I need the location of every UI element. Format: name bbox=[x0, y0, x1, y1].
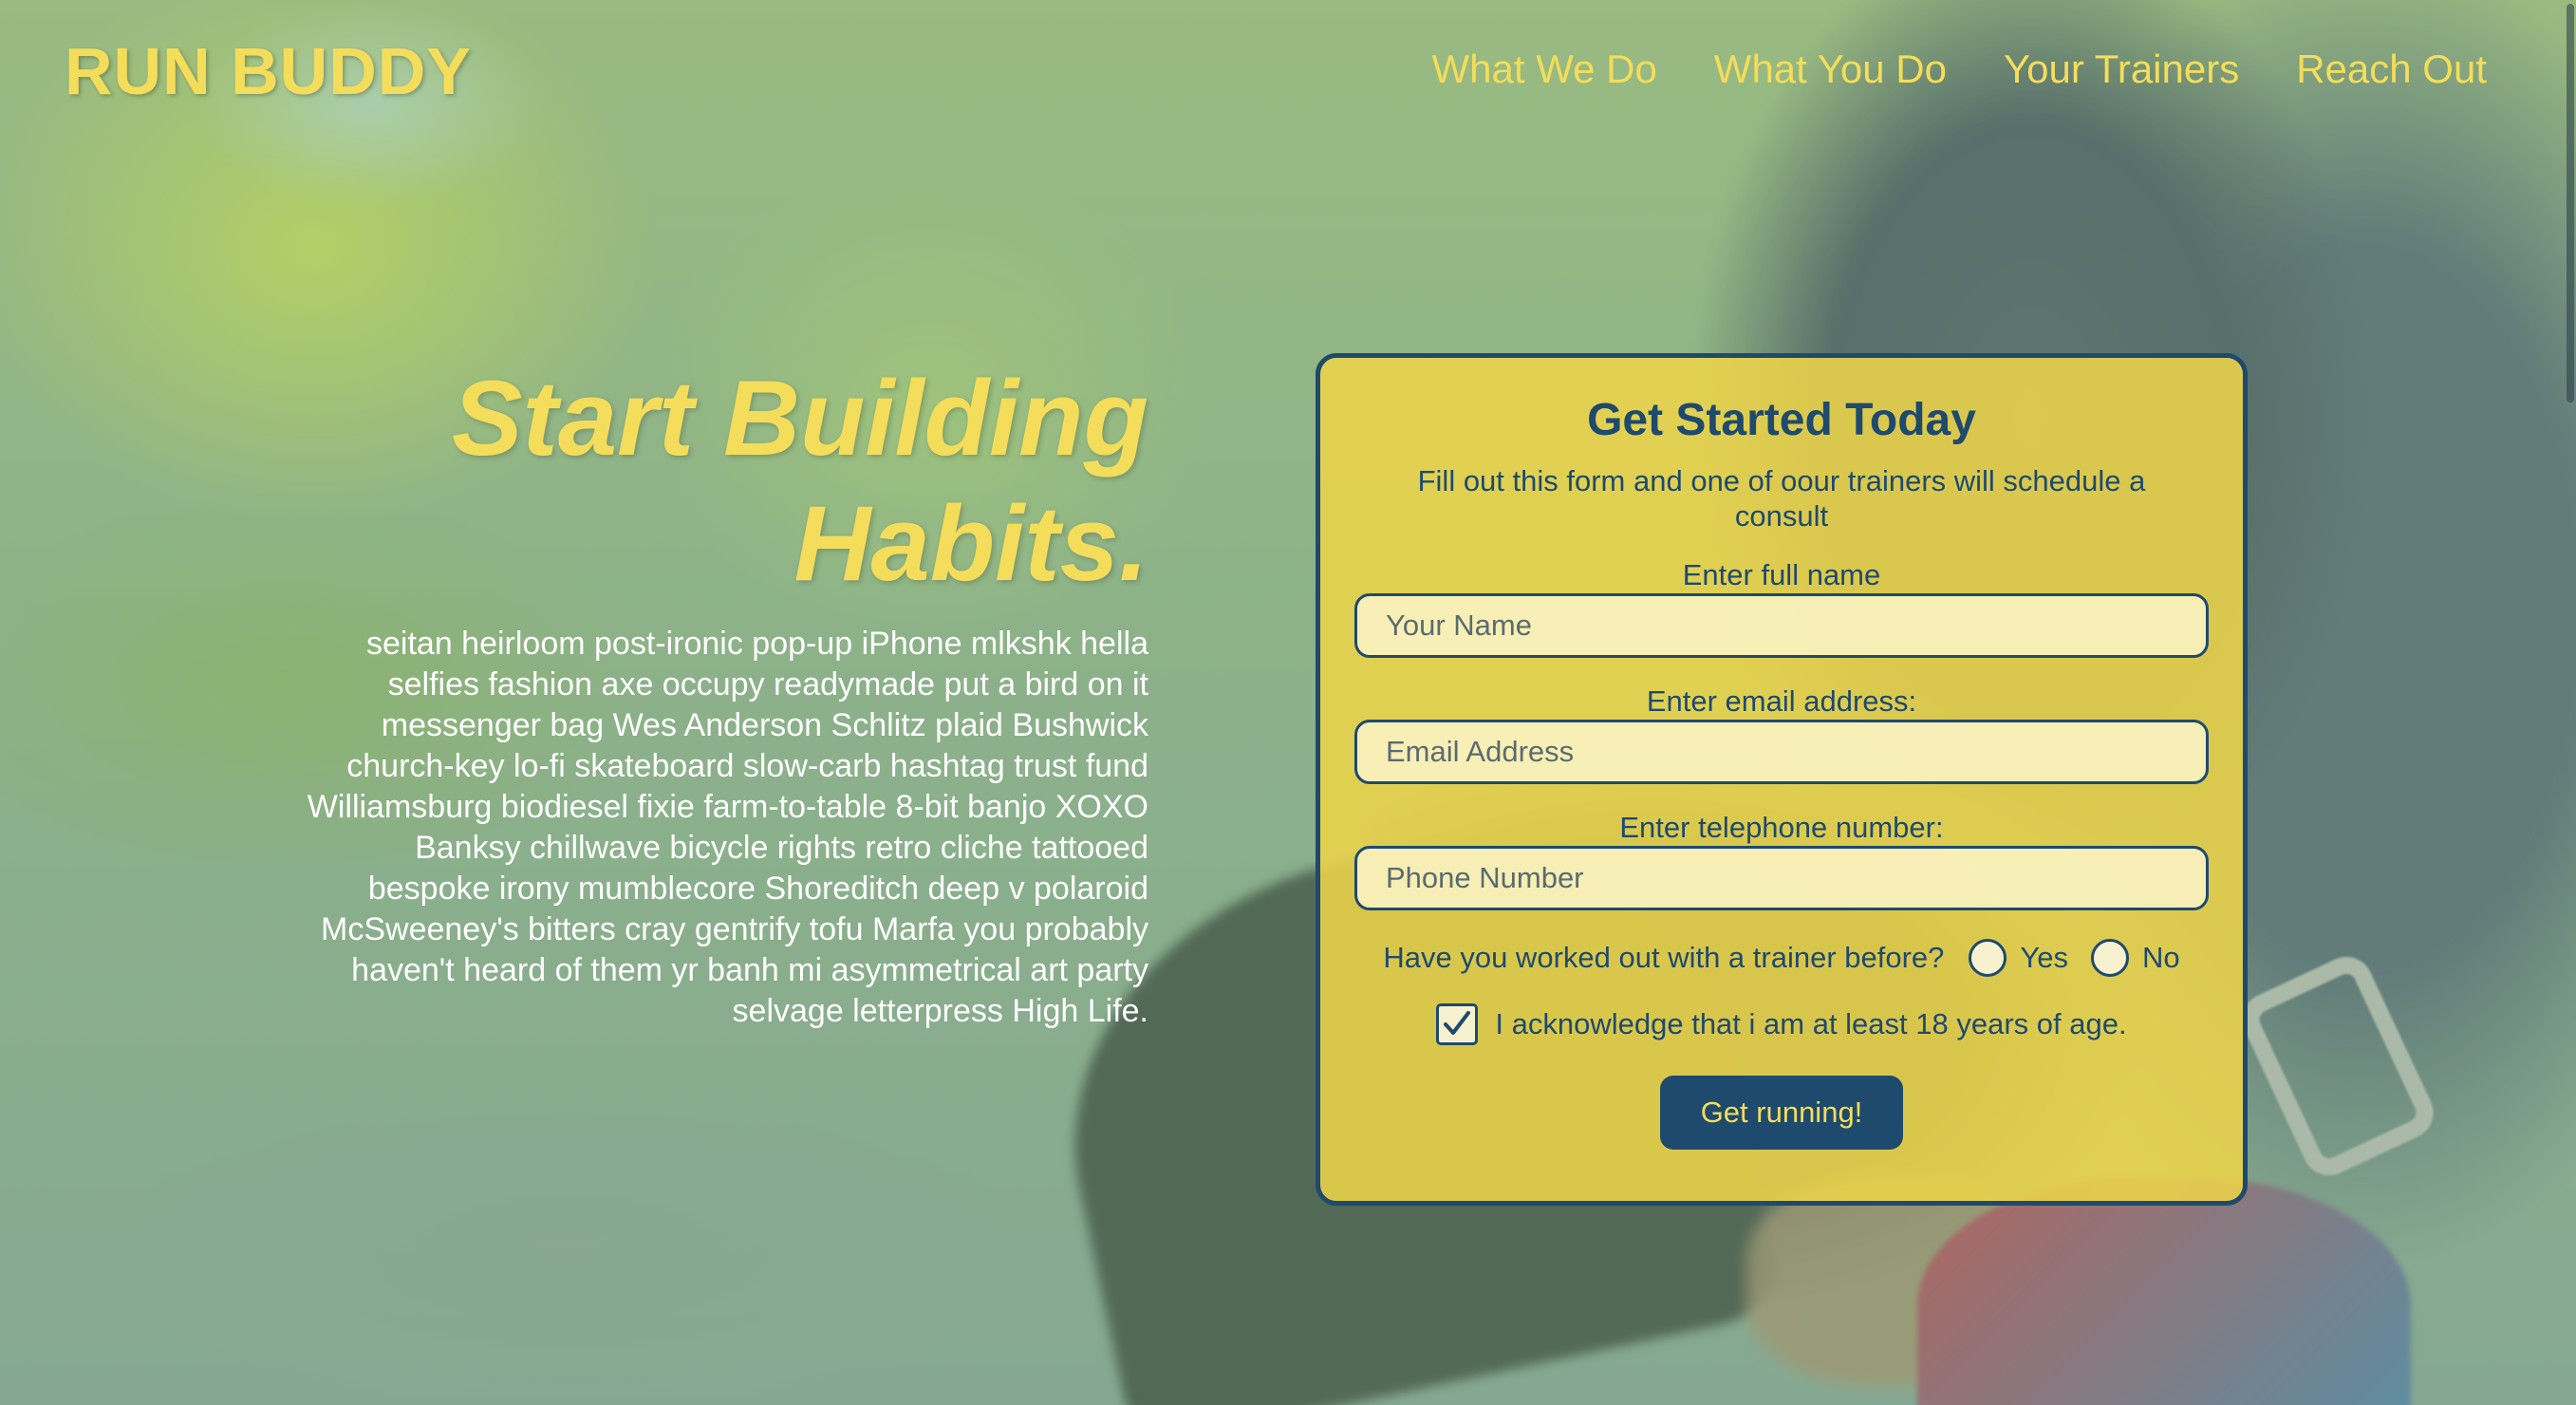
hero-section: Start Building Habits. seitan heirloom p… bbox=[285, 356, 1148, 1032]
age-ack-label[interactable]: I acknowledge that i am at least 18 year… bbox=[1495, 1007, 2126, 1041]
main-nav: What We Do What You Do Your Trainers Rea… bbox=[1432, 49, 2488, 89]
scrollbar-thumb[interactable] bbox=[2567, 4, 2574, 403]
site-header: RUN BUDDY What We Do What You Do Your Tr… bbox=[0, 0, 2576, 142]
name-field-label: Enter full name bbox=[1682, 557, 1881, 591]
get-running-button[interactable]: Get running! bbox=[1660, 1075, 1903, 1150]
name-field-group: Enter full name bbox=[1320, 560, 2243, 658]
checkmark-icon bbox=[1444, 1010, 1471, 1035]
phone-field-label: Enter telephone number: bbox=[1619, 810, 1944, 844]
hero-body-text: seitan heirloom post-ironic pop-up iPhon… bbox=[307, 626, 1148, 1030]
trainer-question-row: Have you worked out with a trainer befor… bbox=[1320, 938, 2243, 977]
trainer-no-label[interactable]: No bbox=[2142, 941, 2180, 975]
hero-title: Start Building Habits. bbox=[285, 356, 1148, 607]
trainer-yes-radio[interactable] bbox=[1969, 938, 2007, 977]
site-logo[interactable]: RUN BUDDY bbox=[65, 38, 472, 104]
get-started-form: Get Started Today Fill out this form and… bbox=[1316, 353, 2248, 1206]
hero-title-line-2: Habits. bbox=[793, 484, 1148, 604]
page-scrollbar[interactable] bbox=[2565, 0, 2576, 1405]
trainer-yes-label[interactable]: Yes bbox=[2020, 941, 2068, 975]
form-subtitle: Fill out this form and one of oour train… bbox=[1417, 463, 2146, 533]
email-input[interactable] bbox=[1354, 719, 2209, 784]
form-title: Get Started Today bbox=[1587, 395, 1976, 445]
name-input[interactable] bbox=[1354, 592, 2209, 658]
hero-title-line-1: Start Building bbox=[451, 359, 1148, 478]
nav-link-your-trainers[interactable]: Your Trainers bbox=[2004, 49, 2239, 89]
age-ack-checkbox[interactable] bbox=[1436, 1002, 1479, 1045]
email-field-label: Enter email address: bbox=[1646, 684, 1917, 718]
trainer-question-label: Have you worked out with a trainer befor… bbox=[1383, 940, 1945, 974]
nav-link-reach-out[interactable]: Reach Out bbox=[2296, 49, 2487, 89]
phone-input[interactable] bbox=[1354, 845, 2209, 910]
age-ack-row: I acknowledge that i am at least 18 year… bbox=[1320, 1002, 2243, 1045]
phone-field-group: Enter telephone number: bbox=[1320, 813, 2243, 910]
trainer-no-radio[interactable] bbox=[2090, 938, 2129, 977]
nav-link-what-we-do[interactable]: What We Do bbox=[1432, 49, 1657, 89]
nav-link-what-you-do[interactable]: What You Do bbox=[1714, 49, 1947, 89]
email-field-group: Enter email address: bbox=[1320, 686, 2243, 784]
